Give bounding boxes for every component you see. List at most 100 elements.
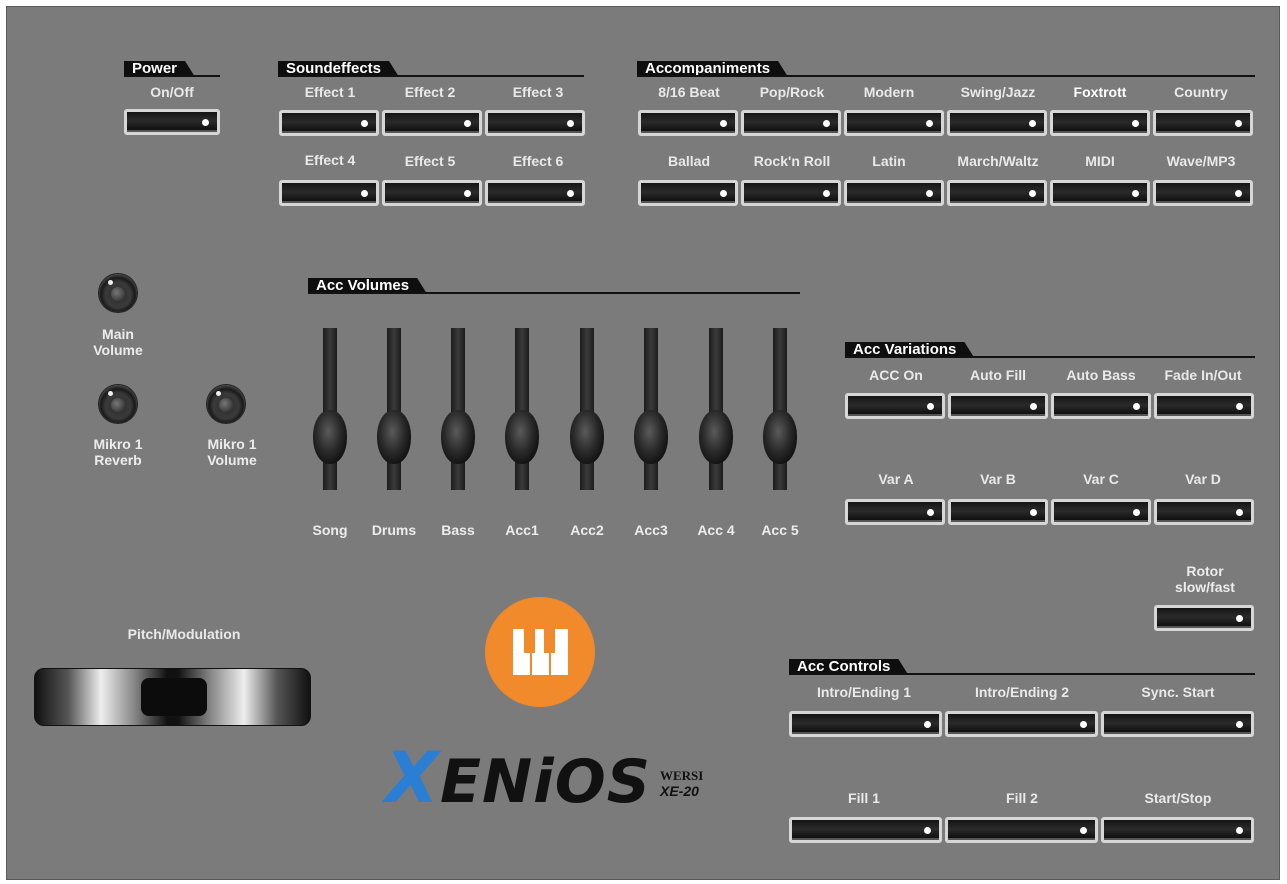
var-c-button[interactable] bbox=[1051, 499, 1151, 525]
piano-logo-icon bbox=[485, 597, 595, 707]
pitch-label: Pitch/Modulation bbox=[127, 626, 241, 642]
acc-style-button[interactable] bbox=[638, 110, 738, 136]
effect-4-button[interactable] bbox=[279, 180, 379, 206]
acc-style-label: Country bbox=[1174, 84, 1228, 100]
fader-thumb[interactable] bbox=[699, 410, 733, 464]
acc-style-button[interactable] bbox=[1153, 180, 1253, 206]
start-stop-label: Start/Stop bbox=[1144, 790, 1212, 806]
var-b-label: Var B bbox=[980, 471, 1016, 487]
fader-track bbox=[644, 328, 658, 490]
section-accompaniments: Accompaniments bbox=[637, 61, 1255, 77]
intro-ending-1-label: Intro/Ending 1 bbox=[816, 684, 912, 700]
effect-3-label: Effect 3 bbox=[512, 84, 564, 100]
xenios-brand: XENiOS bbox=[385, 737, 651, 819]
effect-2-label: Effect 2 bbox=[404, 84, 456, 100]
var-b-button[interactable] bbox=[948, 499, 1048, 525]
acc-on-button[interactable] bbox=[845, 393, 945, 419]
acc-style-label: Wave/MP3 bbox=[1166, 153, 1236, 169]
acc-style-button[interactable] bbox=[844, 110, 944, 136]
fader-thumb[interactable] bbox=[441, 410, 475, 464]
acc-style-button[interactable] bbox=[638, 180, 738, 206]
start-stop-button[interactable] bbox=[1101, 817, 1254, 843]
power-button[interactable] bbox=[124, 109, 220, 135]
fader-thumb[interactable] bbox=[763, 410, 797, 464]
fade-label: Fade In/Out bbox=[1164, 367, 1242, 383]
var-d-button[interactable] bbox=[1154, 499, 1254, 525]
effect-1-label: Effect 1 bbox=[304, 84, 356, 100]
effect-2-button[interactable] bbox=[382, 110, 482, 136]
intro-ending-2-button[interactable] bbox=[945, 711, 1098, 737]
fade-button[interactable] bbox=[1154, 393, 1254, 419]
section-acc-controls: Acc Controls bbox=[789, 659, 1255, 675]
effect-3-button[interactable] bbox=[485, 110, 585, 136]
acc-style-button[interactable] bbox=[844, 180, 944, 206]
fader-thumb[interactable] bbox=[634, 410, 668, 464]
fill-1-button[interactable] bbox=[789, 817, 942, 843]
acc-style-button[interactable] bbox=[947, 110, 1047, 136]
auto-bass-label: Auto Bass bbox=[1066, 367, 1136, 383]
fill-2-label: Fill 2 bbox=[1006, 790, 1038, 806]
section-acc-variations: Acc Variations bbox=[845, 342, 1255, 358]
rotor-label: Rotor slow/fast bbox=[1175, 563, 1235, 595]
pitch-modulation-wheel[interactable] bbox=[34, 668, 311, 726]
rotor-button[interactable] bbox=[1154, 605, 1254, 631]
power-label: On/Off bbox=[150, 84, 194, 100]
fader-label: Acc2 bbox=[570, 522, 604, 538]
fader-track bbox=[580, 328, 594, 490]
fader-track bbox=[387, 328, 401, 490]
var-d-label: Var D bbox=[1185, 471, 1221, 487]
intro-ending-1-button[interactable] bbox=[789, 711, 942, 737]
mikro-reverb-label: Mikro 1 Reverb bbox=[93, 436, 143, 468]
acc-on-label: ACC On bbox=[869, 367, 923, 383]
effect-4-label: Effect 4 bbox=[304, 152, 356, 168]
fader-thumb[interactable] bbox=[313, 410, 347, 464]
fader-thumb[interactable] bbox=[570, 410, 604, 464]
mikro-reverb-knob[interactable] bbox=[99, 385, 137, 423]
fader-label: Acc 5 bbox=[761, 522, 799, 538]
fill-1-label: Fill 1 bbox=[848, 790, 880, 806]
mikro-volume-knob[interactable] bbox=[207, 385, 245, 423]
effect-5-button[interactable] bbox=[382, 180, 482, 206]
sync-start-button[interactable] bbox=[1101, 711, 1254, 737]
fader-thumb[interactable] bbox=[505, 410, 539, 464]
section-acc-volumes: Acc Volumes bbox=[308, 278, 800, 294]
main-volume-knob[interactable] bbox=[99, 274, 137, 312]
main-volume-label: Main Volume bbox=[93, 326, 143, 358]
led-dot bbox=[202, 119, 209, 126]
intro-ending-2-label: Intro/Ending 2 bbox=[974, 684, 1070, 700]
var-c-label: Var C bbox=[1083, 471, 1119, 487]
mikro-volume-label: Mikro 1 Volume bbox=[207, 436, 257, 468]
fader-label: Drums bbox=[371, 522, 417, 538]
fader-track bbox=[709, 328, 723, 490]
acc-style-button[interactable] bbox=[741, 180, 841, 206]
acc-style-button[interactable] bbox=[1050, 110, 1150, 136]
auto-fill-label: Auto Fill bbox=[970, 367, 1026, 383]
effect-1-button[interactable] bbox=[279, 110, 379, 136]
acc-style-button[interactable] bbox=[1050, 180, 1150, 206]
effect-5-label: Effect 5 bbox=[404, 153, 456, 169]
var-a-button[interactable] bbox=[845, 499, 945, 525]
fill-2-button[interactable] bbox=[945, 817, 1098, 843]
effect-6-label: Effect 6 bbox=[512, 153, 564, 169]
fader-label: Acc1 bbox=[505, 522, 539, 538]
fader-track bbox=[515, 328, 529, 490]
acc-style-label: 8/16 Beat bbox=[658, 84, 720, 100]
var-a-label: Var A bbox=[878, 471, 914, 487]
acc-style-button[interactable] bbox=[1153, 110, 1253, 136]
model-name: XE-20 bbox=[660, 783, 699, 799]
acc-style-label: Swing/Jazz bbox=[960, 84, 1036, 100]
section-soundeffects: Soundeffects bbox=[278, 61, 584, 77]
acc-style-label: Ballad bbox=[667, 153, 711, 169]
fader-label: Acc3 bbox=[634, 522, 668, 538]
acc-style-label: Latin bbox=[872, 153, 906, 169]
acc-style-button[interactable] bbox=[947, 180, 1047, 206]
effect-6-button[interactable] bbox=[485, 180, 585, 206]
auto-fill-button[interactable] bbox=[948, 393, 1048, 419]
wheel-grip bbox=[141, 678, 207, 716]
fader-label: Bass bbox=[441, 522, 475, 538]
fader-label: Song bbox=[312, 522, 348, 538]
section-power: Power bbox=[124, 61, 220, 77]
auto-bass-button[interactable] bbox=[1051, 393, 1151, 419]
fader-thumb[interactable] bbox=[377, 410, 411, 464]
acc-style-button[interactable] bbox=[741, 110, 841, 136]
